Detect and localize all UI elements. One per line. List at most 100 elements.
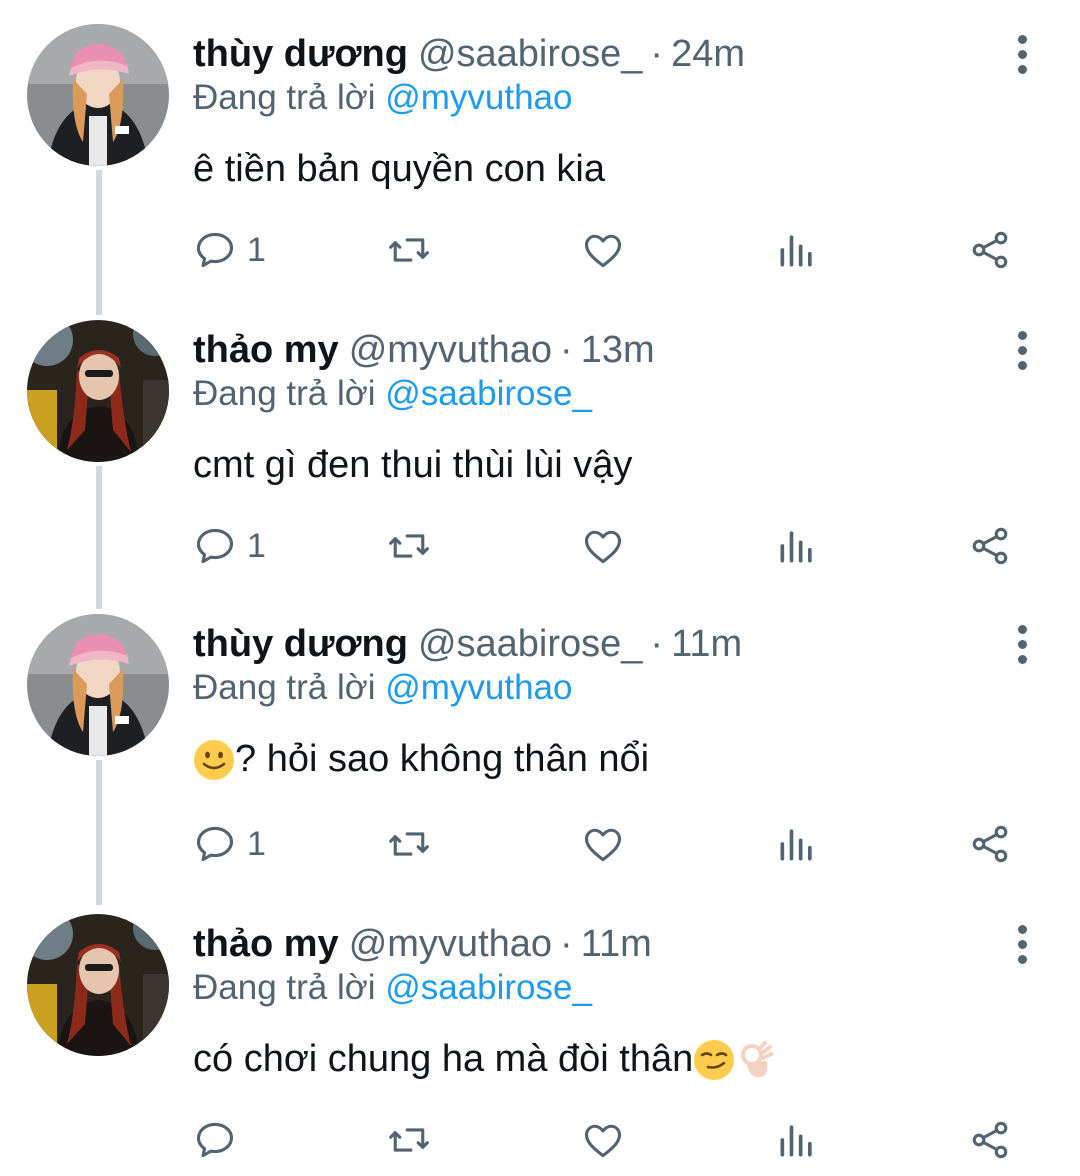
more-options-icon[interactable] [1005, 22, 1039, 86]
retweet-button[interactable] [387, 516, 431, 576]
tweet-text: ê tiền bản quyền con kia [193, 148, 605, 191]
views-button[interactable] [775, 1110, 819, 1170]
timestamp[interactable]: 11m [581, 923, 652, 966]
tweet-text-content: có chơi chung ha mà đòi thân [193, 1038, 694, 1080]
more-options-icon[interactable] [1005, 912, 1039, 976]
user-handle[interactable]: @saabirose_ [418, 623, 642, 666]
retweet-icon [389, 238, 429, 262]
share-icon [972, 527, 1008, 565]
separator-dot: · [650, 622, 664, 665]
replying-to: Đang trả lời @saabirose_ [193, 374, 592, 414]
avatar[interactable] [27, 24, 169, 166]
timestamp[interactable]: 13m [581, 329, 655, 372]
reply-count: 1 [247, 824, 266, 863]
separator-dot: · [560, 328, 573, 371]
like-button[interactable] [581, 516, 625, 576]
user-handle[interactable]: @myvuthao [349, 329, 552, 372]
share-icon [972, 1121, 1008, 1159]
tweet-header: thảo my @myvuthao · 13m [193, 318, 655, 382]
mention-link[interactable]: @myvuthao [385, 78, 572, 117]
tweet-header: thùy dương @saabirose_ · 11m [193, 612, 742, 676]
reply-icon [196, 1122, 234, 1158]
views-icon [780, 235, 812, 267]
separator-dot: · [560, 922, 573, 965]
retweet-icon [389, 1128, 429, 1152]
reply-icon [196, 826, 234, 862]
share-icon [972, 231, 1008, 269]
action-bar: 1 [0, 220, 1080, 280]
like-icon [584, 530, 622, 564]
avatar-photo [27, 614, 169, 756]
views-icon [780, 1125, 812, 1157]
views-button[interactable] [775, 814, 819, 874]
tweet-header: thùy dương @saabirose_ · 24m [193, 22, 745, 86]
action-bar: 1 [0, 814, 1080, 874]
reply-count: 1 [247, 526, 266, 565]
replying-to-label: Đang trả lời [193, 78, 376, 117]
more-options-icon[interactable] [1005, 318, 1039, 382]
replying-to: Đang trả lời @myvuthao [193, 668, 572, 708]
avatar-photo [27, 24, 169, 166]
mention-link[interactable]: @saabirose_ [385, 374, 592, 413]
ok-hand-emoji [741, 1040, 774, 1077]
display-name[interactable]: thảo my [193, 923, 339, 966]
replying-to: Đang trả lời @saabirose_ [193, 968, 592, 1008]
retweet-button[interactable] [387, 220, 431, 280]
reply-button[interactable]: 1 [193, 516, 266, 576]
tweet-text-content: ê tiền bản quyền con kia [193, 148, 605, 190]
action-bar [0, 1110, 1080, 1170]
views-icon [780, 829, 812, 861]
views-button[interactable] [775, 220, 819, 280]
user-handle[interactable]: @myvuthao [349, 923, 552, 966]
tweet-text: có chơi chung ha mà đòi thân [193, 1038, 777, 1081]
reply-button[interactable] [193, 1110, 247, 1170]
timestamp[interactable]: 11m [671, 623, 742, 666]
like-button[interactable] [581, 814, 625, 874]
share-button[interactable] [968, 814, 1012, 874]
retweet-button[interactable] [387, 814, 431, 874]
more-options-icon[interactable] [1005, 612, 1039, 676]
separator-dot: · [650, 32, 664, 75]
avatar-photo [27, 320, 169, 462]
display-name[interactable]: thảo my [193, 329, 339, 372]
tweet-header: thảo my @myvuthao · 11m [193, 912, 652, 976]
views-button[interactable] [775, 516, 819, 576]
action-bar: 1 [0, 516, 1080, 576]
tweet-text-content: ? hỏi sao không thân nổi [235, 738, 650, 780]
avatar[interactable] [27, 914, 169, 1056]
share-icon [972, 825, 1008, 863]
reply-icon [196, 232, 234, 268]
display-name[interactable]: thùy dương [193, 33, 408, 76]
share-button[interactable] [968, 516, 1012, 576]
reply-count: 1 [247, 230, 266, 269]
avatar-photo [27, 914, 169, 1056]
slightly-smiling-face-emoji [194, 739, 234, 780]
tweet-text-content: cmt gì đen thui thùi lùi vậy [193, 444, 633, 486]
like-icon [584, 234, 622, 268]
reply-button[interactable]: 1 [193, 220, 266, 280]
replying-to: Đang trả lời @myvuthao [193, 78, 572, 118]
like-button[interactable] [581, 1110, 625, 1170]
mention-link[interactable]: @myvuthao [385, 668, 572, 707]
tweet-text: ? hỏi sao không thân nổi [193, 738, 649, 781]
display-name[interactable]: thùy dương [193, 623, 408, 666]
like-button[interactable] [581, 220, 625, 280]
share-button[interactable] [968, 220, 1012, 280]
like-icon [584, 1124, 622, 1158]
smirking-face-emoji [694, 1039, 735, 1080]
share-button[interactable] [968, 1110, 1012, 1170]
reply-button[interactable]: 1 [193, 814, 266, 874]
avatar[interactable] [27, 614, 169, 756]
like-icon [584, 828, 622, 862]
timestamp[interactable]: 24m [671, 33, 745, 76]
replying-to-label: Đang trả lời [193, 374, 376, 413]
replying-to-label: Đang trả lời [193, 668, 376, 707]
retweet-icon [389, 832, 429, 856]
reply-icon [196, 528, 234, 564]
user-handle[interactable]: @saabirose_ [418, 33, 642, 76]
avatar[interactable] [27, 320, 169, 462]
tweet-text: cmt gì đen thui thùi lùi vậy [193, 444, 632, 487]
views-icon [780, 531, 812, 563]
retweet-button[interactable] [387, 1110, 431, 1170]
mention-link[interactable]: @saabirose_ [385, 968, 592, 1007]
